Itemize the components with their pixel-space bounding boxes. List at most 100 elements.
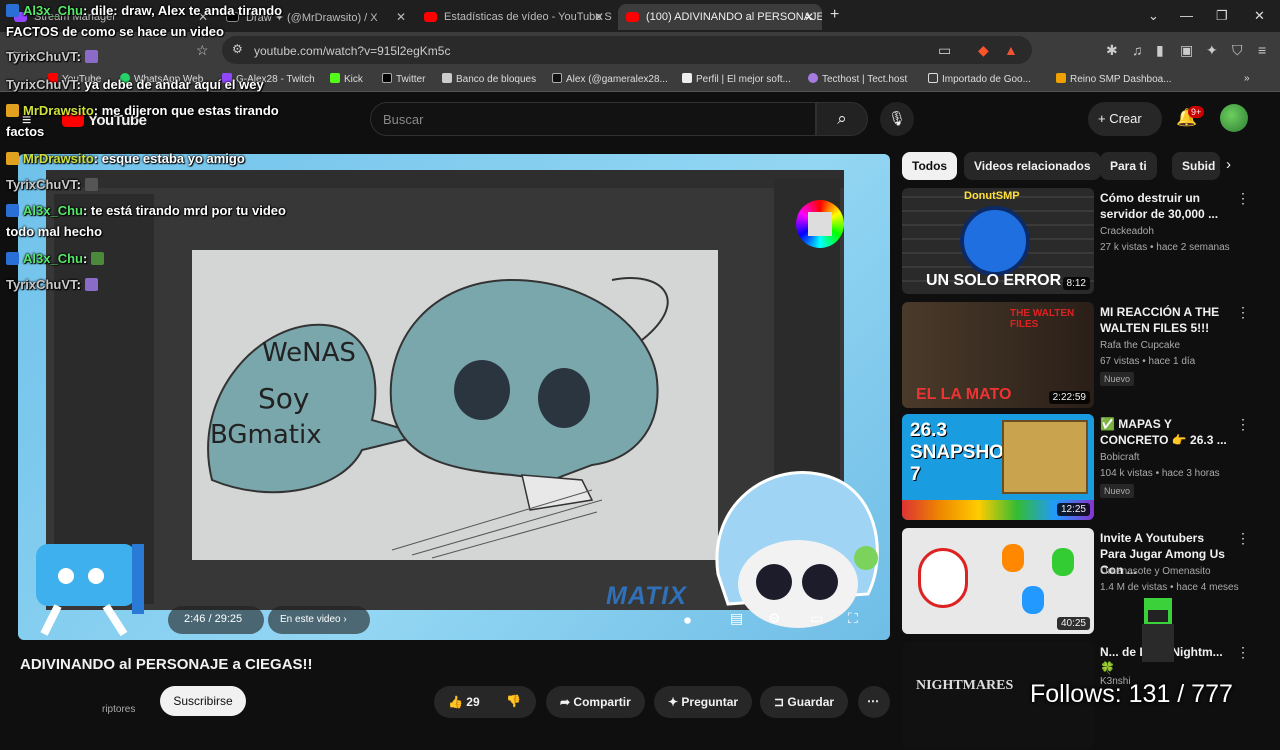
ask-button[interactable]: ✦ Preguntar [654,686,753,718]
video-thumbnail[interactable]: DonutSMP UN SOLO ERROR 8:12 [902,188,1094,294]
mic-button[interactable]: 🎙 [880,102,914,136]
recommendation-item[interactable]: DonutSMP UN SOLO ERROR 8:12 Cómo destrui… [902,188,1262,296]
in-this-video-button[interactable]: En este video › [268,606,370,634]
youtube-badge-icon [6,4,19,17]
bookmark-item[interactable]: Importado de Goo... [928,73,1031,85]
chip-all[interactable]: Todos [902,152,958,180]
video-thumbnail[interactable]: 26.3 SNAPSHOT 7 12:25 [902,414,1094,520]
music-icon[interactable]: ♫ [1132,42,1143,58]
bookmark-item[interactable]: Perfil | El mejor soft... [682,73,791,85]
more-options-icon[interactable]: ⋮ [1236,304,1250,321]
subtitles-icon[interactable]: ▤ [730,610,743,627]
youtube-badge-icon [6,104,19,117]
more-options-icon[interactable]: ⋮ [1236,530,1250,547]
wallet-icon[interactable]: ▣ [1180,42,1193,59]
menu-icon[interactable]: ≡ [1258,42,1266,58]
extensions-icon[interactable]: ✱ [1106,42,1118,59]
vpn-icon[interactable]: ⛉ [1232,42,1243,59]
recommendation-item[interactable]: 40:25 Invite A Youtubers Para Jugar Amon… [902,528,1262,636]
brave-icon[interactable]: ◆ [978,42,989,59]
url-field[interactable]: youtube.com/watch?v=915l2egKm5c [222,36,1032,64]
chip-related[interactable]: Videos relacionados [964,152,1101,180]
folder-icon [928,73,938,83]
create-button[interactable]: + Crear [1088,102,1162,136]
video-thumbnail[interactable]: 40:25 [902,528,1094,634]
dislike-icon[interactable]: 👎 [506,694,521,708]
search-input[interactable]: Buscar [370,102,816,136]
maximize-button[interactable]: ❐ [1216,8,1228,24]
subscribe-button[interactable]: Suscribirse [160,686,246,716]
fullscreen-icon[interactable]: ⛶ [848,610,858,627]
canvas-text: Soy [258,382,310,415]
recommendation-title[interactable]: ✅ MAPAS Y CONCRETO 👉 26.3 ... [1100,416,1230,448]
recommendation-item[interactable]: 26.3 SNAPSHOT 7 12:25 ✅ MAPAS Y CONCRETO… [902,414,1262,522]
bookmark-item[interactable]: Banco de bloques [442,73,536,85]
more-options-icon[interactable]: ⋮ [1236,644,1250,661]
tecthost-icon [808,73,818,83]
recommendation-channel[interactable]: Crackeadoh [1100,226,1154,237]
leo-icon[interactable]: ✦ [1206,42,1218,59]
like-icon[interactable]: 👍 [448,695,463,709]
recommendation-item[interactable]: THE WALTEN FILES EL LA MATO 2:22:59 MI R… [902,302,1262,410]
recommendation-meta: 27 k vistas • hace 2 semanas [1100,242,1230,253]
recommendation-title[interactable]: Cómo destruir un servidor de 30,000 ... [1100,190,1230,222]
notification-badge: 9+ [1188,106,1205,118]
browser-tab-active[interactable]: (100) ADIVINANDO al PERSONAJE a CIEGAS!!… [618,4,822,30]
emote-icon [84,50,98,63]
theater-icon[interactable]: ▭ [810,610,823,627]
tiktok-icon [552,73,562,83]
more-options-icon[interactable]: ⋮ [1236,190,1250,207]
youtube-badge-icon [6,152,19,165]
color-wheel [796,200,844,248]
mic-icon: 🎙 [888,110,906,126]
video-thumbnail[interactable]: THE WALTEN FILES EL LA MATO 2:22:59 [902,302,1094,408]
chip-for-you[interactable]: Para ti [1100,152,1157,180]
site-info-icon[interactable]: ⚙ [232,42,243,56]
share-button[interactable]: ➦ Compartir [546,686,645,718]
recommendation-channel[interactable]: Omenasote y Omenasito [1100,566,1211,577]
crewmate-icon [1022,586,1044,614]
blocks-icon [442,73,452,83]
chip-uploads[interactable]: Subid [1172,152,1220,180]
save-button[interactable]: ⊐ Guardar [760,686,849,718]
settings-icon[interactable]: ⚙ [768,610,781,627]
canvas-text: BGmatix [210,420,322,450]
chat-message: MrDrawsito: esque estaba yo amigo [6,148,245,169]
bookmark-item[interactable]: Tecthost | Tect.host [808,73,907,85]
autoplay-toggle[interactable]: ⏺ [684,612,691,629]
recommendation-channel[interactable]: Bobicraft [1100,452,1139,463]
new-badge: Nuevo [1100,372,1135,386]
close-icon[interactable]: ✕ [396,10,406,24]
chat-message: TyrixChuVT: [6,46,102,67]
minimize-button[interactable]: — [1180,8,1193,23]
watermark: MATIX [606,582,687,610]
chevron-down-icon[interactable]: ⌄ [1148,8,1159,24]
close-window-button[interactable]: ✕ [1254,8,1265,24]
youtube-badge-icon [6,204,19,217]
sidebar-icon[interactable]: ▮ [1156,42,1164,59]
recommendation-meta: 67 vistas • hace 1 día [1100,356,1196,367]
browser-tab[interactable]: Estadísticas de vídeo - YouTube Studio✕ [416,4,612,30]
close-icon[interactable]: ✕ [804,10,814,24]
close-icon[interactable]: ✕ [594,10,604,24]
chat-message: TyrixChuVT: [6,174,102,195]
chat-message: TyrixChuVT: ya debe de andar aquí el wey [6,77,264,92]
share-icon: ➦ [560,695,571,709]
bookmark-item[interactable]: Twitter [382,73,425,85]
bookmark-item[interactable]: Reino SMP Dashboa... [1056,73,1172,85]
bookmark-item[interactable]: Alex (@gameralex28... [552,73,668,85]
bookmark-item[interactable]: Kick [330,73,363,85]
avatar[interactable] [1220,104,1248,132]
recommendation-channel[interactable]: Rafa the Cupcake [1100,340,1180,351]
chevron-right-icon[interactable]: › [1226,156,1231,173]
search-button[interactable]: ⌕ [816,102,868,136]
recommendation-title[interactable]: MI REACCIÓN A THE WALTEN FILES 5!!! [1100,304,1230,336]
new-tab-button[interactable]: + [830,6,839,24]
rewards-icon[interactable]: ▲ [1004,42,1018,58]
bookmark-icon[interactable]: ☆ [196,42,209,59]
more-bookmarks-icon[interactable]: » [1244,73,1250,84]
more-options-icon[interactable]: ⋮ [1236,416,1250,433]
cast-icon[interactable]: ▭ [938,42,951,59]
more-actions-button[interactable]: ⋯ [858,686,890,718]
new-badge: Nuevo [1100,484,1135,498]
